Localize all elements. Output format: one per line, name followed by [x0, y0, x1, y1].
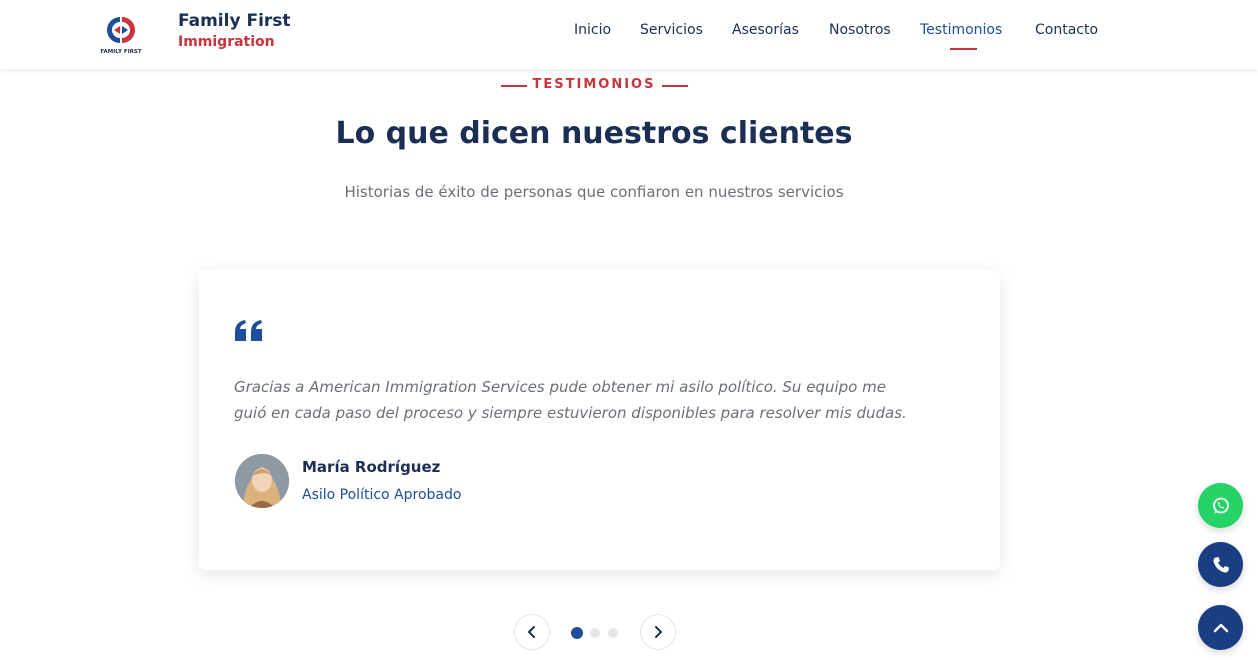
- author-name: María Rodríguez: [302, 458, 441, 476]
- logo-caption: FAMILY FIRST: [100, 49, 141, 55]
- testimonial-quote-line: Gracias a American Immigration Services …: [234, 378, 886, 396]
- brand-logo[interactable]: FAMILY FIRST: [100, 11, 142, 55]
- quote-icon: [234, 320, 264, 342]
- section-eyebrow: TESTIMONIOS: [532, 77, 656, 92]
- section-subtitle: Historias de éxito de personas que confi…: [344, 183, 844, 201]
- chevron-left-icon: [528, 626, 535, 638]
- avatar: [235, 454, 289, 508]
- nav-item-contacto[interactable]: Contacto: [1035, 22, 1098, 38]
- whatsapp-button[interactable]: [1198, 483, 1243, 528]
- whatsapp-icon: [1212, 497, 1229, 513]
- logo-mark-icon: FAMILY FIRST: [100, 17, 142, 55]
- brand-name[interactable]: Family First: [178, 11, 291, 31]
- carousel-next-button[interactable]: [640, 614, 676, 650]
- testimonial-quote-line: guió en cada paso del proceso y siempre …: [234, 404, 907, 422]
- nav-item-servicios[interactable]: Servicios: [640, 22, 703, 38]
- eyebrow-line-right: [662, 85, 688, 87]
- carousel-dot-2[interactable]: [590, 628, 600, 638]
- chevron-up-icon: [1213, 623, 1228, 632]
- author-role: Asilo Político Aprobado: [302, 487, 462, 503]
- nav-item-asesorias[interactable]: Asesorías: [732, 22, 799, 38]
- nav-item-inicio[interactable]: Inicio: [574, 22, 611, 38]
- nav-item-testimonios[interactable]: Testimonios: [920, 22, 1002, 38]
- phone-icon: [1212, 556, 1229, 573]
- nav-item-nosotros[interactable]: Nosotros: [829, 22, 891, 38]
- back-to-top-button[interactable]: [1198, 605, 1243, 650]
- testimonial-card: Gracias a American Immigration Services …: [199, 270, 1000, 570]
- section-title: Lo que dicen nuestros clientes: [335, 116, 853, 151]
- carousel-dot-3[interactable]: [608, 628, 618, 638]
- testimonial-quote: Gracias a American Immigration Services …: [234, 374, 974, 426]
- carousel-prev-button[interactable]: [514, 614, 550, 650]
- chevron-right-icon: [655, 626, 662, 638]
- site-header: FAMILY FIRST Family First Immigration In…: [0, 0, 1258, 69]
- carousel-dot-1[interactable]: [571, 627, 583, 639]
- phone-button[interactable]: [1198, 542, 1243, 587]
- active-nav-underline: [950, 48, 977, 50]
- brand-subtitle[interactable]: Immigration: [178, 34, 275, 50]
